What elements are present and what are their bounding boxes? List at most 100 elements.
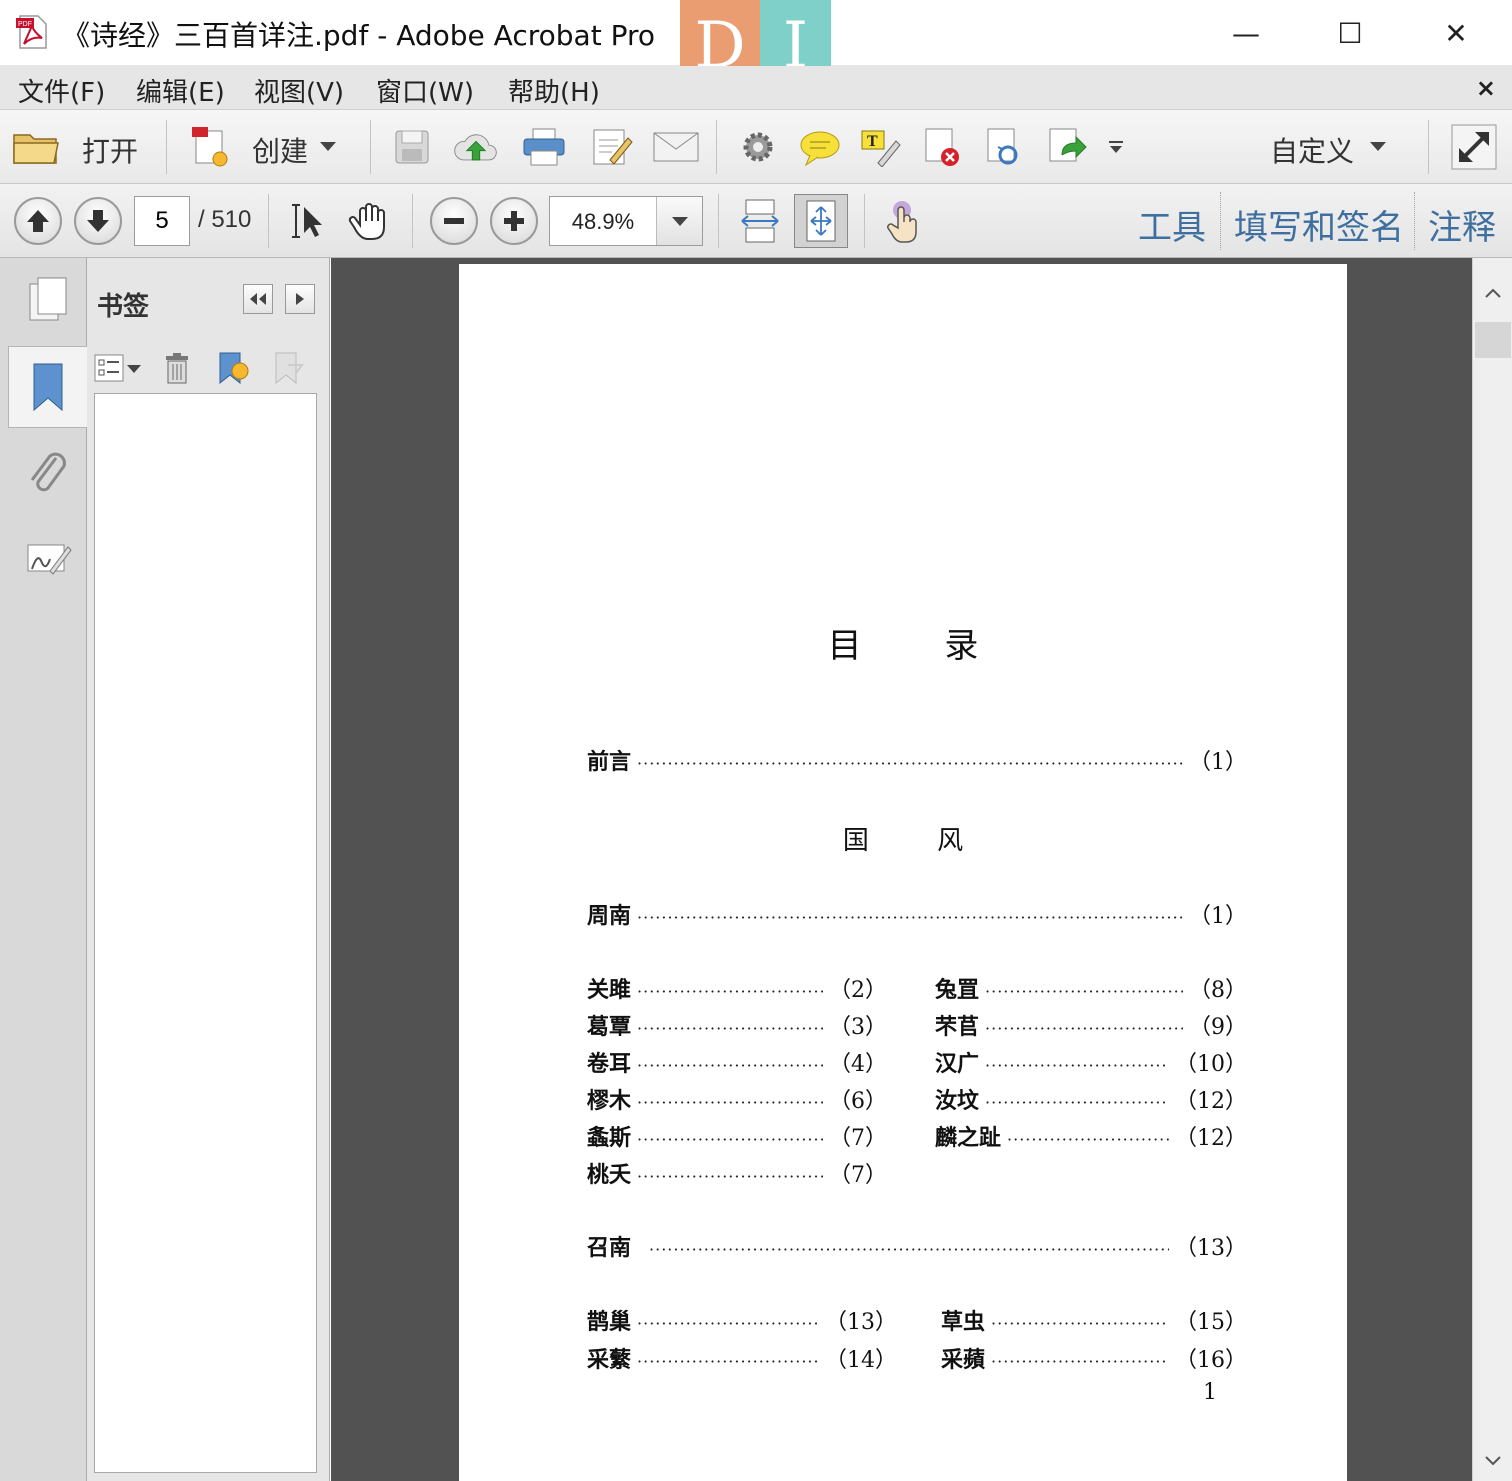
zoom-select[interactable]: 48.9% (549, 196, 703, 246)
collapse-panel-button[interactable] (243, 284, 273, 314)
toc-entry-title: 兔罝 (935, 977, 980, 1003)
toc-leader: ········································… (649, 1240, 1169, 1259)
panel-options-button[interactable] (285, 284, 315, 314)
signatures-button[interactable] (8, 518, 87, 600)
toc-entry[interactable]: 樛木 ······································… (587, 1083, 887, 1115)
toc-entry[interactable]: 汝坟 ······································… (935, 1083, 1247, 1115)
edit-icon[interactable] (588, 124, 636, 170)
bookmarks-button[interactable] (8, 346, 87, 428)
fit-page-icon[interactable] (794, 194, 848, 248)
scroll-up-icon (1485, 288, 1501, 298)
create-pdf-icon[interactable] (186, 124, 234, 170)
toc-entry-title: 葛覃 (587, 1014, 632, 1040)
menu-edit[interactable]: 编辑(E) (136, 72, 225, 109)
bookmarks-panel-title: 书签 (97, 292, 150, 322)
customize-dropdown-icon[interactable] (1370, 142, 1386, 151)
toc-title: 目 录 (827, 626, 1015, 666)
comment-icon[interactable] (796, 124, 844, 170)
navigation-toolbar: / 510 48.9% 工具 填写和签名 注释 (0, 184, 1512, 258)
touch-mode-icon[interactable] (880, 198, 928, 244)
toc-entry-page: （12） (1175, 1126, 1247, 1151)
menu-view[interactable]: 视图(V) (254, 72, 344, 109)
toc-entry-page: （16） (1175, 1348, 1247, 1373)
toc-entry[interactable]: 采蘩 ······································… (587, 1342, 897, 1374)
toc-entry[interactable]: 鹊巢 ······································… (587, 1304, 897, 1336)
toc-entry-page: （8） (1189, 978, 1247, 1003)
customize-button[interactable]: 自定义 (1270, 130, 1354, 170)
zoom-dropdown-button[interactable] (656, 197, 702, 245)
toc-entry[interactable]: 草虫 ······································… (941, 1304, 1247, 1336)
next-page-button[interactable] (74, 197, 122, 245)
toc-entry-title: 汝坟 (935, 1088, 980, 1114)
svg-text:T: T (867, 133, 878, 150)
window-title: 《诗经》三百首详注.pdf - Adobe Acrobat Pro (62, 19, 655, 52)
zoom-out-button[interactable] (430, 197, 478, 245)
menu-help[interactable]: 帮助(H) (508, 72, 600, 109)
vertical-scrollbar[interactable] (1472, 258, 1512, 1481)
toc-entry[interactable]: 葛覃 ······································… (587, 1009, 887, 1041)
fullscreen-icon[interactable] (1450, 124, 1498, 170)
settings-icon[interactable] (734, 124, 782, 170)
menu-window[interactable]: 窗口(W) (376, 72, 474, 109)
hand-tool-icon[interactable] (346, 198, 394, 244)
create-dropdown-icon[interactable] (320, 142, 336, 151)
fit-width-icon[interactable] (736, 198, 784, 244)
minimize-button[interactable]: — (1194, 0, 1298, 66)
toc-entry[interactable]: 麟之趾 ·····································… (935, 1120, 1247, 1152)
toc-entry-page: （9） (1189, 1015, 1247, 1040)
delete-bookmark-button[interactable] (159, 350, 195, 386)
highlight-text-icon[interactable]: T (856, 124, 904, 170)
email-icon[interactable] (652, 124, 700, 170)
svg-text:PDF: PDF (18, 21, 32, 28)
menu-file[interactable]: 文件(F) (18, 72, 105, 109)
toc-entry[interactable]: 周南 ·····································… (587, 898, 1247, 930)
delete-pages-icon[interactable] (918, 124, 966, 170)
cloud-upload-icon[interactable] (452, 124, 500, 170)
maximize-button[interactable]: ☐ (1298, 0, 1402, 66)
save-icon[interactable] (388, 124, 436, 170)
bookmarks-list[interactable] (94, 393, 317, 1473)
toc-entry[interactable]: 桃夭 ······································… (587, 1157, 887, 1189)
toc-entry[interactable]: 卷耳 ······································… (587, 1046, 887, 1078)
new-bookmark-button[interactable] (215, 350, 251, 386)
toc-entry[interactable]: 关雎 ······································… (587, 972, 887, 1004)
tools-pane-link[interactable]: 工具 (1138, 200, 1206, 249)
options-menu-icon (94, 354, 141, 382)
toc-entry[interactable]: 汉广 ······································… (935, 1046, 1247, 1078)
zoom-in-button[interactable] (490, 197, 538, 245)
toc-leader: ········································… (985, 1056, 1169, 1075)
close-window-button[interactable]: ✕ (1404, 0, 1508, 66)
toc-leader: ········································… (637, 1167, 823, 1186)
select-cursor-icon[interactable] (284, 198, 332, 244)
extract-icon[interactable] (980, 124, 1028, 170)
page-thumbnails-button[interactable] (8, 260, 87, 342)
export-icon[interactable] (1042, 124, 1090, 170)
scrollbar-thumb[interactable] (1475, 322, 1511, 358)
document-viewport[interactable]: 目 录 前言 ·································… (331, 258, 1472, 1481)
acrobat-pdf-icon: PDF (14, 14, 50, 50)
close-document-button[interactable]: × (1476, 74, 1496, 102)
fill-sign-pane-link[interactable]: 填写和签名 (1234, 200, 1404, 249)
toc-entry[interactable]: 螽斯 ······································… (587, 1120, 887, 1152)
toc-entry[interactable]: 召南 ·····································… (587, 1230, 1247, 1262)
bookmark-options-button[interactable] (93, 350, 145, 386)
toc-entry[interactable]: 兔罝 ······································… (935, 972, 1247, 1004)
trash-icon (166, 353, 188, 384)
open-button[interactable]: 打开 (82, 130, 138, 170)
toc-entry[interactable]: 前言 ·····································… (587, 744, 1247, 776)
create-button[interactable]: 创建 (252, 130, 308, 170)
attachments-button[interactable] (8, 432, 87, 514)
more-icon[interactable] (1094, 124, 1138, 170)
toc-entry[interactable]: 采蘋 ······································… (941, 1342, 1247, 1374)
new-bookmark-icon (219, 352, 249, 385)
page-number-input[interactable] (134, 196, 190, 246)
minimize-icon: — (1232, 16, 1260, 50)
toc-entry[interactable]: 芣苢 ······································… (935, 1009, 1247, 1041)
comment-pane-link[interactable]: 注释 (1428, 200, 1496, 249)
toc-leader: ········································… (637, 1130, 823, 1149)
toc-entry-page: （1） (1189, 750, 1247, 775)
zoom-value[interactable]: 48.9% (550, 209, 656, 235)
print-icon[interactable] (520, 124, 568, 170)
previous-page-button[interactable] (14, 197, 62, 245)
folder-open-icon[interactable] (12, 124, 60, 170)
